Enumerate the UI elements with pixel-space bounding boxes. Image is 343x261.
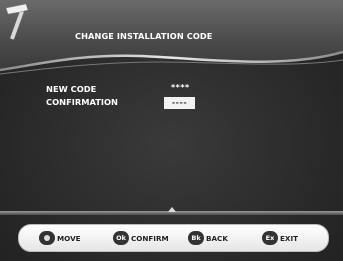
exit-label: EXIT bbox=[280, 233, 299, 243]
hammer-icon bbox=[5, 3, 29, 40]
screen: CHANGE INSTALLATION CODE NEW CODE **** C… bbox=[0, 0, 343, 261]
dpad-icon bbox=[39, 231, 55, 245]
confirmation-label: CONFIRMATION bbox=[46, 97, 119, 107]
header-banner bbox=[0, 0, 343, 75]
confirm-label: CONFIRM bbox=[131, 233, 169, 243]
new-code-field[interactable]: **** bbox=[171, 83, 190, 92]
up-arrow-icon bbox=[168, 207, 176, 212]
back-label: BACK bbox=[206, 233, 228, 243]
exit-button[interactable]: Ex EXIT bbox=[262, 231, 298, 245]
back-button[interactable]: Bk BACK bbox=[188, 231, 228, 245]
confirmation-field[interactable]: ---- bbox=[164, 97, 195, 109]
ok-key-icon: Ok bbox=[113, 231, 129, 245]
footer-bar: MOVE Ok CONFIRM Bk BACK Ex EXIT bbox=[18, 224, 329, 252]
ex-key-icon: Ex bbox=[262, 231, 278, 245]
move-hint: MOVE bbox=[39, 231, 81, 245]
new-code-label: NEW CODE bbox=[46, 84, 97, 94]
bk-key-icon: Bk bbox=[188, 231, 204, 245]
move-label: MOVE bbox=[57, 233, 81, 243]
page-title: CHANGE INSTALLATION CODE bbox=[75, 31, 213, 41]
header: CHANGE INSTALLATION CODE bbox=[0, 0, 343, 90]
confirm-button[interactable]: Ok CONFIRM bbox=[113, 231, 169, 245]
